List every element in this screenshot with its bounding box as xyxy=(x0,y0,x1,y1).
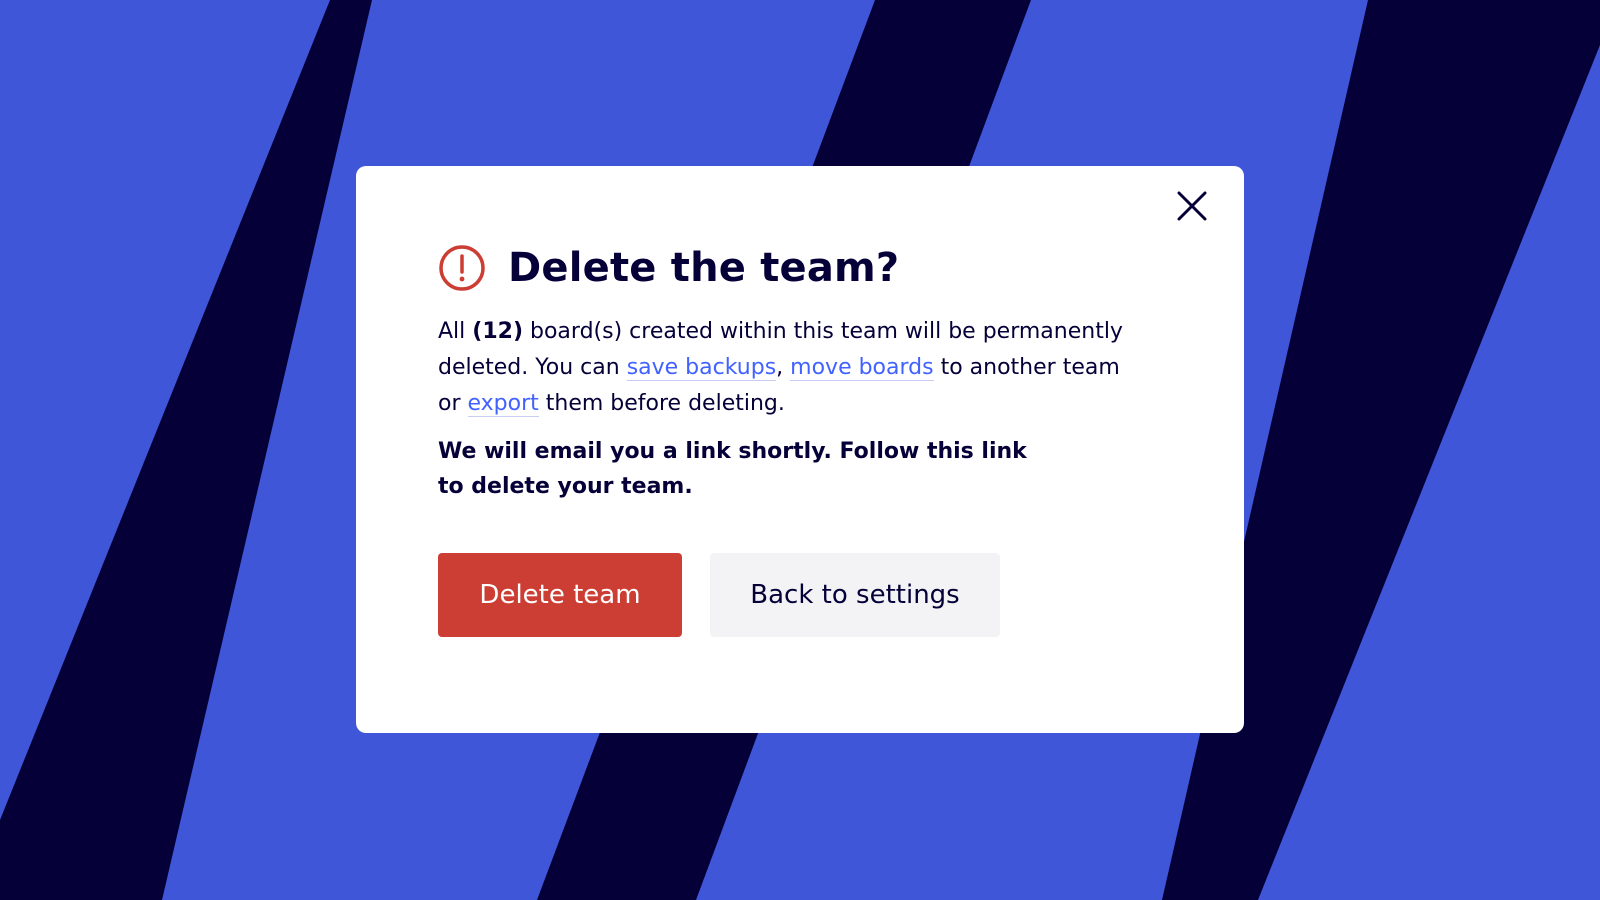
board-count: (12) xyxy=(472,319,524,344)
dialog-title: Delete the team? xyxy=(508,245,900,291)
stripe-1 xyxy=(0,0,372,900)
dialog-description: All (12) board(s) created within this te… xyxy=(438,314,1138,422)
save-backups-link[interactable]: save backups xyxy=(626,355,777,381)
move-boards-link[interactable]: move boards xyxy=(790,355,934,381)
back-to-settings-button[interactable]: Back to settings xyxy=(710,553,1000,637)
close-icon xyxy=(1177,191,1207,221)
delete-team-dialog: Delete the team? All (12) board(s) creat… xyxy=(356,166,1244,733)
email-notice: We will email you a link shortly. Follow… xyxy=(438,439,1027,499)
warning-circle-icon xyxy=(439,245,485,291)
export-link[interactable]: export xyxy=(467,391,539,417)
dialog-header: Delete the team? xyxy=(438,244,899,292)
description-text: All xyxy=(438,319,473,344)
close-button[interactable] xyxy=(1172,186,1212,226)
description-text: them before deleting. xyxy=(538,391,785,416)
delete-team-button[interactable]: Delete team xyxy=(438,553,682,637)
